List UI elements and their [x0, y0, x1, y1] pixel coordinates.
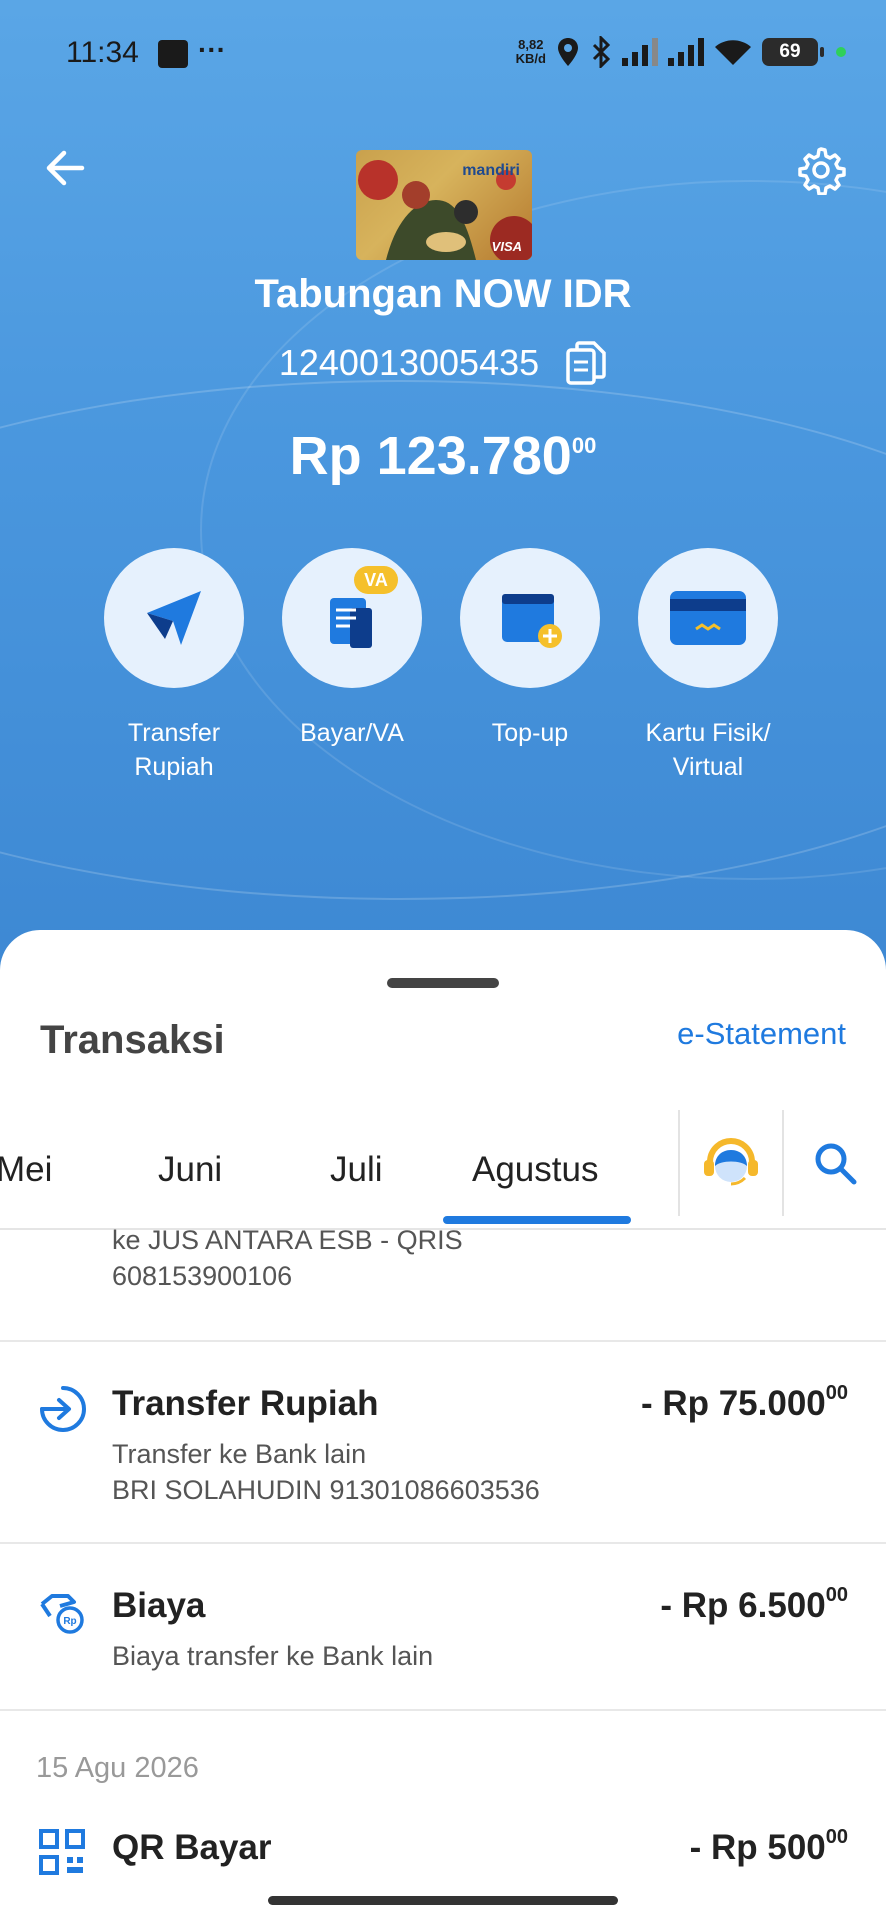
status-time: 11:34	[66, 36, 139, 69]
signal-icon	[668, 38, 704, 66]
copy-icon[interactable]	[565, 340, 607, 386]
transaction-amount: - Rp 6.50000	[660, 1584, 848, 1625]
wifi-icon	[715, 40, 751, 65]
tab-juli[interactable]: Juli	[330, 1150, 383, 1190]
card-icon	[670, 591, 746, 645]
send-paper-plane-icon	[147, 591, 201, 645]
wallet-add-icon	[502, 594, 562, 648]
search-icon[interactable]	[812, 1140, 858, 1186]
notification-icon	[158, 40, 188, 68]
transaction-title: QR Bayar	[112, 1828, 272, 1867]
action-icon-circle	[460, 548, 600, 688]
gesture-navigation-bar[interactable]	[268, 1896, 618, 1905]
action-bayar-va[interactable]: VA Bayar/VA	[282, 548, 422, 784]
transaction-item[interactable]: QR Bayar - Rp 50000	[0, 1800, 886, 1880]
battery-indicator: 69	[762, 38, 824, 66]
visa-logo: VISA	[491, 239, 522, 254]
qr-code-icon	[39, 1829, 85, 1875]
action-transfer-rupiah[interactable]: Transfer Rupiah	[104, 548, 244, 784]
e-statement-link[interactable]: e-Statement	[677, 1016, 846, 1052]
transactions-title: Transaksi	[40, 1018, 225, 1062]
transaction-title: Biaya	[112, 1586, 206, 1625]
svg-text:Rp: Rp	[63, 1616, 76, 1627]
fee-hand-icon: Rp	[40, 1594, 84, 1634]
action-icon-circle	[104, 548, 244, 688]
account-number-row: 1240013005435	[0, 340, 886, 386]
status-bar: 11:34 ··· 8,82 KB/d 69	[0, 30, 886, 80]
back-arrow-icon[interactable]	[42, 145, 88, 191]
debit-card-image: mandiri VISA	[356, 150, 532, 260]
divider	[678, 1110, 680, 1216]
action-label: Kartu Fisik/ Virtual	[645, 719, 771, 781]
transaction-description-partial: ke JUS ANTARA ESB - QRIS 608153900106	[112, 1225, 463, 1291]
transaction-item[interactable]: Rp Biaya - Rp 6.50000 Biaya transfer ke …	[0, 1544, 886, 1709]
bluetooth-icon	[592, 36, 611, 68]
date-header: 15 Agu 2026	[36, 1752, 199, 1784]
transaction-amount: - Rp 50000	[689, 1826, 848, 1867]
action-label: Bayar/VA	[300, 719, 404, 747]
account-name: Tabungan NOW IDR	[254, 272, 632, 316]
action-top-up[interactable]: Top-up	[460, 548, 600, 784]
card-brand-logo: mandiri	[462, 162, 520, 179]
more-notifications-icon: ···	[198, 34, 226, 65]
action-label: Transfer Rupiah	[127, 719, 221, 781]
balance-amount: Rp 123.78000	[289, 426, 597, 486]
action-label: Top-up	[491, 719, 569, 747]
tab-mei[interactable]: Mei	[0, 1150, 52, 1190]
customer-service-icon[interactable]	[700, 1132, 762, 1194]
transaction-title: Transfer Rupiah	[112, 1384, 379, 1423]
account-number: 1240013005435	[278, 342, 540, 383]
month-tabs: Mei Juni Juli Agustus	[0, 1110, 886, 1230]
divider	[782, 1110, 784, 1216]
action-kartu-fisik-virtual[interactable]: Kartu Fisik/ Virtual	[638, 548, 778, 784]
signal-icon	[622, 38, 658, 66]
divider	[0, 1709, 886, 1711]
quick-actions: Transfer Rupiah VA Bayar/VA Top-up Kartu…	[104, 548, 778, 784]
transaction-item[interactable]: Transfer Rupiah - Rp 75.00000 Transfer k…	[0, 1342, 886, 1542]
settings-gear-icon[interactable]	[796, 145, 846, 195]
action-icon-circle: VA	[282, 548, 422, 688]
privacy-dot	[836, 47, 846, 57]
sheet-drag-handle[interactable]	[387, 978, 499, 988]
account-header: 11:34 ··· 8,82 KB/d 69 mandiri VISA Tabu…	[0, 0, 886, 980]
va-badge: VA	[354, 566, 398, 594]
transaction-amount: - Rp 75.00000	[640, 1382, 848, 1423]
action-icon-circle	[638, 548, 778, 688]
transaction-description: Biaya transfer ke Bank lain	[112, 1641, 434, 1671]
location-icon	[558, 38, 578, 66]
transfer-in-circle-icon	[40, 1386, 86, 1432]
network-speed: 8,82 KB/d	[515, 37, 546, 66]
tab-juni[interactable]: Juni	[158, 1150, 222, 1190]
transaction-description: Transfer ke Bank lain BRI SOLAHUDIN 9130…	[112, 1439, 540, 1505]
tab-agustus[interactable]: Agustus	[472, 1150, 598, 1190]
